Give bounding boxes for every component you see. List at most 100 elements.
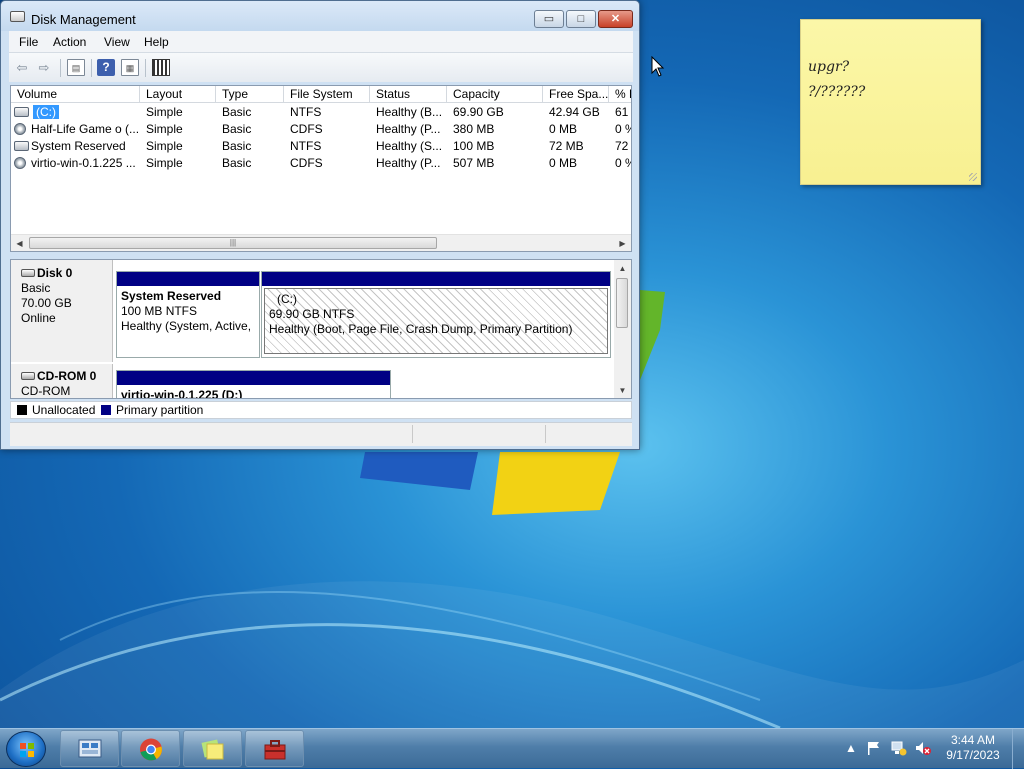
partition-fs: 69.90 GB NTFS bbox=[269, 307, 355, 321]
sticky-notes-icon bbox=[201, 739, 224, 760]
column-header-layout[interactable]: Layout bbox=[140, 86, 216, 103]
menu-action[interactable]: Action bbox=[53, 35, 86, 49]
volume-type: Basic bbox=[222, 122, 252, 136]
taskbar-computer-management[interactable] bbox=[245, 730, 304, 767]
taskbar-sticky-notes[interactable] bbox=[183, 730, 242, 767]
volume-file-system: CDFS bbox=[290, 122, 323, 136]
disk-name: CD-ROM 0 bbox=[37, 369, 97, 383]
disk-volume-icon bbox=[14, 141, 29, 151]
volume-percent-free: 61 bbox=[615, 105, 629, 119]
volume-file-system: NTFS bbox=[290, 139, 322, 153]
taskbar: ▲ 3:44 AM 9/17/2023 bbox=[0, 728, 1024, 769]
partition-system-reserved[interactable]: System Reserved 100 MB NTFS Healthy (Sys… bbox=[116, 271, 260, 358]
network-icon[interactable] bbox=[890, 740, 908, 756]
resize-grip-icon[interactable] bbox=[969, 173, 977, 181]
title-bar[interactable]: Disk Management ▭ □ ✕ bbox=[1, 1, 639, 31]
maximize-button[interactable]: □ bbox=[566, 10, 596, 28]
forward-icon[interactable]: ⇨ bbox=[35, 59, 53, 76]
minimize-button[interactable]: ▭ bbox=[534, 10, 564, 28]
settings-icon[interactable] bbox=[152, 59, 170, 76]
volume-free-space: 72 MB bbox=[549, 139, 584, 153]
volume-file-system: CDFS bbox=[290, 156, 323, 170]
cd-volume-icon bbox=[14, 123, 26, 135]
hard-disk-icon bbox=[21, 269, 35, 277]
vertical-scrollbar[interactable]: ▲ ▼ bbox=[614, 260, 631, 398]
help-icon[interactable]: ? bbox=[97, 59, 115, 76]
scroll-left-arrow-icon[interactable]: ◀ bbox=[11, 235, 28, 251]
volume-percent-free: 72 bbox=[615, 139, 629, 153]
column-header-file-system[interactable]: File System bbox=[284, 86, 370, 103]
volume-percent-free: 0 % bbox=[615, 122, 631, 136]
table-row[interactable]: virtio-win-0.1.225 ... Simple Basic CDFS… bbox=[11, 155, 631, 172]
volume-status: Healthy (P... bbox=[376, 156, 441, 170]
disk-size: 70.00 GB bbox=[21, 296, 72, 310]
window-title: Disk Management bbox=[31, 12, 136, 27]
volume-free-space: 42.94 GB bbox=[549, 105, 600, 119]
volume-status: Healthy (B... bbox=[376, 105, 443, 119]
start-button[interactable] bbox=[6, 731, 46, 767]
action-center-flag-icon[interactable] bbox=[866, 740, 882, 756]
volume-capacity: 380 MB bbox=[453, 122, 495, 136]
scrollbar-thumb[interactable]: ||| bbox=[29, 237, 437, 249]
column-header-percent-free[interactable]: % F bbox=[609, 86, 631, 103]
volume-free-space: 0 MB bbox=[549, 156, 578, 170]
volume-layout: Simple bbox=[146, 105, 183, 119]
partition-name: System Reserved bbox=[121, 289, 222, 303]
volume-name: Half-Life Game o (... bbox=[31, 122, 140, 136]
column-header-capacity[interactable]: Capacity bbox=[447, 86, 543, 103]
disk-management-window[interactable]: Disk Management ▭ □ ✕ File Action View H… bbox=[0, 0, 640, 450]
menu-view[interactable]: View bbox=[104, 35, 130, 49]
volume-name: System Reserved bbox=[31, 139, 126, 153]
legend-label: Unallocated bbox=[32, 403, 96, 417]
volume-status: Healthy (P... bbox=[376, 122, 441, 136]
volume-free-space: 0 MB bbox=[549, 122, 578, 136]
partition-c-drive[interactable]: (C:) 69.90 GB NTFS Healthy (Boot, Page F… bbox=[261, 271, 611, 358]
scroll-down-arrow-icon[interactable]: ▼ bbox=[614, 382, 631, 398]
disk-0-info[interactable]: Disk 0 Basic 70.00 GB Online bbox=[11, 260, 113, 362]
disk-state: Online bbox=[21, 311, 56, 325]
scroll-right-arrow-icon[interactable]: ▶ bbox=[614, 235, 631, 251]
clock-time: 3:44 AM bbox=[950, 733, 996, 747]
scrollbar-thumb[interactable] bbox=[616, 278, 628, 328]
volume-capacity: 100 MB bbox=[453, 139, 495, 153]
partition-status: Healthy (Boot, Page File, Crash Dump, Pr… bbox=[269, 322, 573, 336]
column-header-status[interactable]: Status bbox=[370, 86, 447, 103]
system-clock[interactable]: 3:44 AM 9/17/2023 bbox=[940, 733, 1006, 763]
cd-volume-icon bbox=[14, 157, 26, 169]
menu-file[interactable]: File bbox=[19, 35, 38, 49]
column-header-free-space[interactable]: Free Spa... bbox=[543, 86, 609, 103]
table-row[interactable]: Half-Life Game o (... Simple Basic CDFS … bbox=[11, 121, 631, 138]
volume-list[interactable]: Volume Layout Type File System Status Ca… bbox=[10, 85, 632, 252]
show-hidden-icons[interactable]: ▲ bbox=[845, 741, 857, 755]
cdrom-0-info[interactable]: CD-ROM 0 CD-ROM bbox=[11, 364, 113, 398]
properties-icon[interactable]: ▦ bbox=[121, 59, 139, 76]
cdrom-icon bbox=[21, 372, 35, 380]
sticky-note[interactable]: upgr? ?/?????? bbox=[800, 19, 981, 185]
volume-layout: Simple bbox=[146, 139, 183, 153]
sticky-note-line[interactable]: ?/?????? bbox=[808, 84, 865, 100]
console-tree-icon[interactable]: ▤ bbox=[67, 59, 85, 76]
disk-graphical-view[interactable]: Disk 0 Basic 70.00 GB Online System Rese… bbox=[10, 259, 632, 399]
table-row[interactable]: System Reserved Simple Basic NTFS Health… bbox=[11, 138, 631, 155]
status-divider bbox=[545, 425, 546, 443]
back-icon[interactable]: ⇦ bbox=[13, 59, 31, 76]
column-header-type[interactable]: Type bbox=[216, 86, 284, 103]
sticky-note-line[interactable]: upgr? bbox=[808, 59, 849, 75]
volume-capacity: 507 MB bbox=[453, 156, 495, 170]
menu-help[interactable]: Help bbox=[144, 35, 169, 49]
disk-kind: CD-ROM bbox=[21, 384, 71, 398]
volume-percent-free: 0 % bbox=[615, 156, 631, 170]
clock-date: 9/17/2023 bbox=[946, 748, 1000, 762]
horizontal-scrollbar[interactable]: ◀ ||| ▶ bbox=[11, 234, 631, 251]
close-button[interactable]: ✕ bbox=[598, 10, 633, 28]
taskbar-chrome[interactable] bbox=[121, 730, 180, 767]
partition-color-bar bbox=[117, 371, 390, 385]
volume-muted-icon[interactable] bbox=[914, 740, 932, 756]
table-row[interactable]: (C:) Simple Basic NTFS Healthy (B... 69.… bbox=[11, 104, 631, 121]
show-desktop-button[interactable] bbox=[1012, 729, 1024, 769]
scroll-up-arrow-icon[interactable]: ▲ bbox=[614, 260, 631, 277]
taskbar-server-manager[interactable] bbox=[60, 730, 119, 767]
partition-virtio-cd[interactable]: virtio-win-0.1.225 (D:) bbox=[116, 370, 391, 398]
chrome-icon bbox=[140, 738, 162, 761]
column-header-volume[interactable]: Volume bbox=[11, 86, 140, 103]
